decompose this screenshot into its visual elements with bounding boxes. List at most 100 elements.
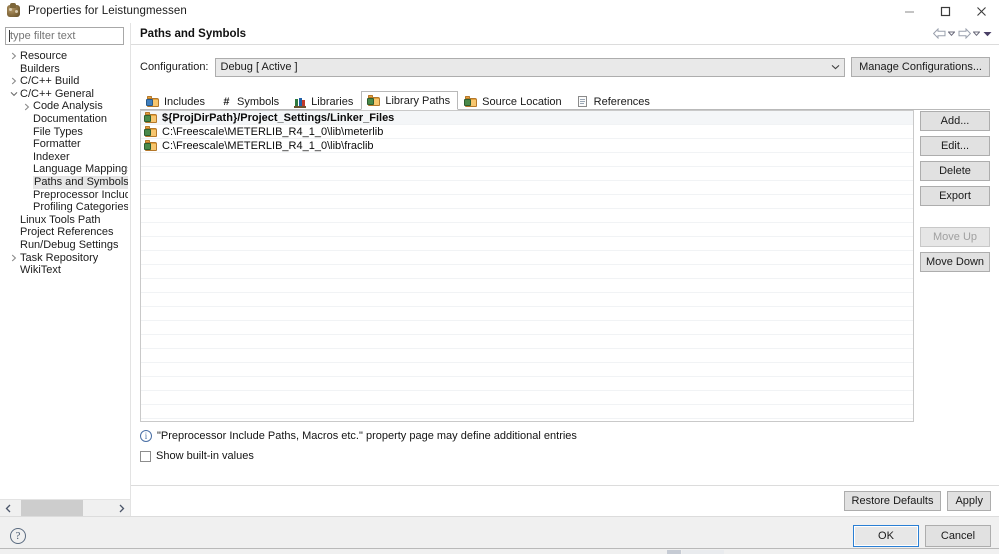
list-item-empty [141,265,913,279]
tab-references[interactable]: References [570,92,658,110]
list-item-empty [141,223,913,237]
chevron-down-icon[interactable] [7,91,20,97]
chevron-right-icon[interactable] [7,52,20,60]
library-folder-icon [144,112,158,124]
add-button[interactable]: Add... [920,111,990,131]
page-menu-filled-chevron-down-icon[interactable] [982,25,993,43]
list-item[interactable]: C:\Freescale\METERLIB_R4_1_0\lib\meterli… [141,125,913,139]
maximize-button[interactable] [927,0,963,23]
settings-page-pane: Paths and Symbols Configuration: Debug [… [131,23,999,516]
sidebar-item-builders[interactable]: Builders [0,63,130,76]
page-nav-buttons [932,25,999,43]
sidebar-item-resource[interactable]: Resource [0,50,130,63]
sidebar-item-label: Task Repository [20,251,99,264]
scroll-right-arrow[interactable] [113,500,130,516]
move-down-button[interactable]: Move Down [920,252,990,272]
ok-button[interactable]: OK [853,524,919,547]
taskbar-segment [667,550,681,554]
taskbar-segment-2 [682,550,724,554]
sidebar-item-indexer[interactable]: Indexer [0,151,130,164]
button-group-spacer [920,211,990,222]
sidebar-item-project-references[interactable]: Project References [0,226,130,239]
show-builtin-row[interactable]: Show built-in values [140,450,914,462]
forward-menu-chevron-down-icon[interactable] [971,25,982,43]
forward-arrow-icon[interactable] [957,25,971,43]
apply-button[interactable]: Apply [947,491,991,511]
sidebar-item-paths-and-symbols[interactable]: Paths and Symbols [0,175,130,189]
tab-source-location[interactable]: Source Location [458,92,570,110]
sidebar-item-task-repository[interactable]: Task Repository [0,252,130,265]
tab-libraries[interactable]: Libraries [287,92,361,110]
library-folder-icon [144,140,158,152]
list-item-empty [141,293,913,307]
tab-library-paths[interactable]: Library Paths [361,91,459,110]
sidebar-item-wikitext[interactable]: WikiText [0,264,130,277]
list-item-empty [141,251,913,265]
sidebar-item-label: Builders [20,62,60,75]
export-button[interactable]: Export [920,186,990,206]
filter-input[interactable] [9,29,120,43]
sidebar-item-label: Formatter [33,138,81,151]
list-item[interactable]: ${ProjDirPath}/Project_Settings/Linker_F… [141,111,913,125]
scrollbar-thumb[interactable] [21,500,83,516]
list-action-buttons: Add... Edit... Delete Export Move Up Move Dow… [920,110,990,272]
chevron-right-icon[interactable] [7,254,20,262]
tab-includes[interactable]: Includes [140,92,213,110]
sidebar-item-label: Indexer [33,150,70,163]
document-icon [577,96,590,108]
sidebar-item-file-types[interactable]: File Types [0,126,130,139]
back-arrow-icon[interactable] [932,25,946,43]
sidebar-item-documentation[interactable]: Documentation [0,113,130,126]
chevron-down-icon[interactable] [827,64,844,70]
close-button[interactable] [963,0,999,23]
list-item-empty [141,209,913,223]
list-item-path: C:\Freescale\METERLIB_R4_1_0\lib\fraclib [162,139,374,152]
info-note-text: "Preprocessor Include Paths, Macros etc.… [157,430,577,442]
page-content: Configuration: Debug [ Active ] Manage C… [131,45,999,485]
sidebar-item-c-c-build[interactable]: C/C++ Build [0,75,130,88]
tree-horizontal-scrollbar[interactable] [0,499,130,516]
library-paths-list[interactable]: ${ProjDirPath}/Project_Settings/Linker_F… [140,110,914,422]
sidebar-item-label: Paths and Symbols [33,175,128,189]
help-question-icon[interactable]: ? [10,527,26,544]
delete-button[interactable]: Delete [920,161,990,181]
sidebar-item-profiling-categories[interactable]: Profiling Categories [0,201,130,214]
chevron-right-icon[interactable] [7,77,20,85]
paths-list-column: ${ProjDirPath}/Project_Settings/Linker_F… [140,110,914,462]
sidebar-item-c-c-general[interactable]: C/C++ General [0,88,130,101]
back-menu-chevron-down-icon[interactable] [946,25,957,43]
sidebar-item-run-debug-settings[interactable]: Run/Debug Settings [0,239,130,252]
sidebar-item-preprocessor-include-pa[interactable]: Preprocessor Include Pa [0,189,130,202]
sidebar-item-formatter[interactable]: Formatter [0,138,130,151]
source-folder-icon [464,96,478,108]
list-item-empty [141,349,913,363]
sidebar-item-language-mappings[interactable]: Language Mappings [0,163,130,176]
restore-defaults-button[interactable]: Restore Defaults [843,491,942,511]
list-item-empty [141,321,913,335]
minimize-button[interactable] [891,0,927,23]
sidebar-item-label: C/C++ Build [20,75,80,88]
chevron-right-icon[interactable] [20,103,33,111]
books-icon [294,96,307,108]
scrollbar-track[interactable] [17,500,113,516]
list-item-empty [141,153,913,167]
sidebar-item-label: Project References [20,226,114,239]
tab-strip[interactable]: Includes # Symbols Libraries Library Paths So… [140,91,990,110]
filter-box-wrap [0,23,130,49]
window-title: Properties for Leistungmessen [28,5,187,17]
list-item[interactable]: C:\Freescale\METERLIB_R4_1_0\lib\fraclib [141,139,913,153]
sidebar-item-label: Preprocessor Include Pa [33,188,128,201]
sidebar-item-linux-tools-path[interactable]: Linux Tools Path [0,214,130,227]
show-builtin-checkbox[interactable] [140,450,151,462]
settings-tree[interactable]: Resource Builders C/C++ Build C/C++ General… [0,49,130,499]
filter-box[interactable] [5,27,124,45]
manage-configurations-button[interactable]: Manage Configurations... [851,57,990,77]
configuration-combo[interactable]: Debug [ Active ] [214,57,846,77]
cancel-button[interactable]: Cancel [925,524,991,547]
list-item-empty [141,237,913,251]
scroll-left-arrow[interactable] [0,500,17,516]
tab-symbols[interactable]: # Symbols [213,92,287,110]
sidebar-item-code-analysis[interactable]: Code Analysis [0,100,130,113]
edit-button[interactable]: Edit... [920,136,990,156]
sidebar-item-label: Profiling Categories [33,201,128,214]
